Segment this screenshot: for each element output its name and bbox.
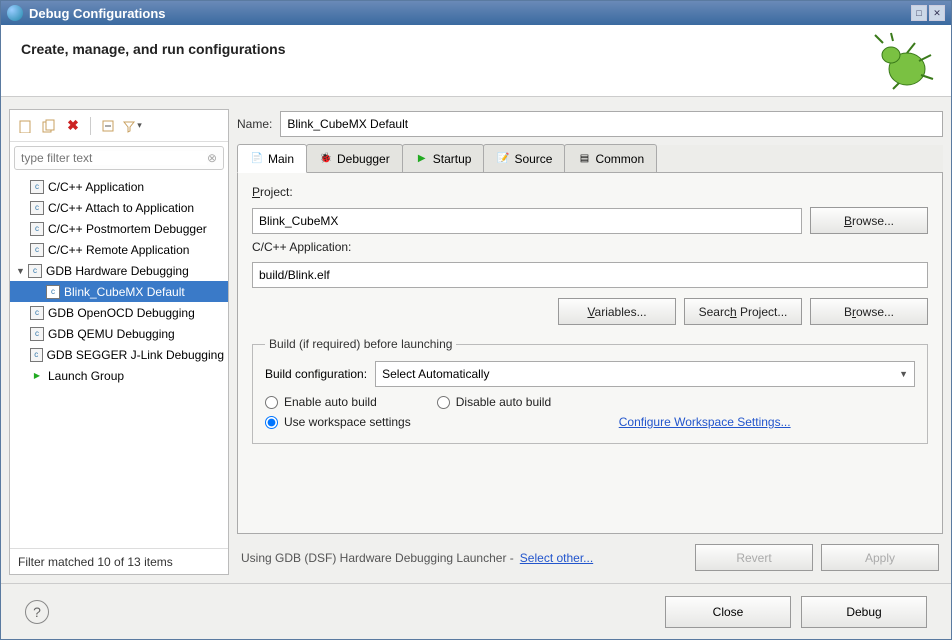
main-panel: Name: 📄Main 🐞Debugger ▶Startup 📝Source ▤… xyxy=(237,109,943,575)
launcher-text: Using GDB (DSF) Hardware Debugging Launc… xyxy=(241,551,514,565)
project-input[interactable] xyxy=(252,208,802,234)
configure-workspace-link[interactable]: Configure Workspace Settings... xyxy=(619,415,791,429)
app-input[interactable] xyxy=(252,262,928,288)
source-icon: 📝 xyxy=(496,152,510,166)
tab-main[interactable]: 📄Main xyxy=(237,144,307,173)
tree-item-c-postmortem[interactable]: cC/C++ Postmortem Debugger xyxy=(10,218,228,239)
tab-common[interactable]: ▤Common xyxy=(564,144,657,172)
tree-item-label: C/C++ Attach to Application xyxy=(48,201,194,215)
eclipse-icon xyxy=(7,5,23,21)
dialog-window: Debug Configurations □ ✕ Create, manage,… xyxy=(0,0,952,640)
page-icon: 📄 xyxy=(250,152,264,166)
tree-item-gdb-hw[interactable]: ▼cGDB Hardware Debugging xyxy=(10,260,228,281)
play-icon: ▶ xyxy=(415,152,429,166)
collapse-all-icon[interactable] xyxy=(97,115,119,137)
maximize-button[interactable]: □ xyxy=(911,5,927,21)
sidebar-toolbar: ✖ ▾ xyxy=(10,110,228,142)
filter-icon[interactable]: ▾ xyxy=(121,115,143,137)
close-window-button[interactable]: ✕ xyxy=(929,5,945,21)
select-other-link[interactable]: Select other... xyxy=(520,551,593,565)
tree-item-label: GDB OpenOCD Debugging xyxy=(48,306,195,320)
launch-icon: ▶ xyxy=(30,369,44,383)
toolbar-separator xyxy=(90,117,91,135)
window-title: Debug Configurations xyxy=(29,6,909,21)
name-label: Name: xyxy=(237,117,272,131)
revert-button[interactable]: Revert xyxy=(695,544,813,571)
tree-item-label: GDB Hardware Debugging xyxy=(46,264,189,278)
app-browse-button[interactable]: Browse... xyxy=(810,298,928,325)
common-icon: ▤ xyxy=(577,152,591,166)
tab-debugger[interactable]: 🐞Debugger xyxy=(306,144,403,172)
tab-main-body: Project: Browse... C/C++ Application: Va… xyxy=(237,173,943,534)
filter-clear-icon[interactable]: ⊗ xyxy=(207,151,217,165)
apply-button[interactable]: Apply xyxy=(821,544,939,571)
tree-item-label: Blink_CubeMX Default xyxy=(64,285,185,299)
new-config-icon[interactable] xyxy=(14,115,36,137)
tab-bar: 📄Main 🐞Debugger ▶Startup 📝Source ▤Common xyxy=(237,145,943,173)
dialog-footer: ? Close Debug xyxy=(1,583,951,639)
tab-source[interactable]: 📝Source xyxy=(483,144,565,172)
tree-item-label: C/C++ Postmortem Debugger xyxy=(48,222,207,236)
tree-item-label: GDB QEMU Debugging xyxy=(48,327,175,341)
project-browse-button[interactable]: Browse... xyxy=(810,207,928,234)
project-label: Project: xyxy=(252,185,928,199)
tree-item-label: C/C++ Application xyxy=(48,180,144,194)
filter-status: Filter matched 10 of 13 items xyxy=(10,548,228,574)
tab-startup[interactable]: ▶Startup xyxy=(402,144,485,172)
expand-arrow-icon[interactable]: ▼ xyxy=(16,266,28,276)
duplicate-config-icon[interactable] xyxy=(38,115,60,137)
radio-use-workspace[interactable]: Use workspace settings xyxy=(265,415,411,429)
tree-item-gdb-segger[interactable]: cGDB SEGGER J-Link Debugging xyxy=(10,344,228,365)
sidebar: ✖ ▾ ⊗ cC/C++ Application cC/C++ Attach t… xyxy=(9,109,229,575)
name-input[interactable] xyxy=(280,111,943,137)
close-button[interactable]: Close xyxy=(665,596,791,628)
tree-item-c-remote[interactable]: cC/C++ Remote Application xyxy=(10,239,228,260)
app-label: C/C++ Application: xyxy=(252,240,928,254)
build-group: Build (if required) before launching Bui… xyxy=(252,337,928,444)
bug-icon xyxy=(871,31,935,91)
radio-enable-auto-build[interactable]: Enable auto build xyxy=(265,395,377,409)
bug-small-icon: 🐞 xyxy=(319,152,333,166)
filter-input-box[interactable]: ⊗ xyxy=(14,146,224,170)
tree-item-blink-default[interactable]: cBlink_CubeMX Default xyxy=(10,281,228,302)
tree-item-label: GDB SEGGER J-Link Debugging xyxy=(47,348,224,362)
variables-button[interactable]: Variables... xyxy=(558,298,676,325)
subheader: Create, manage, and run configurations xyxy=(1,25,951,97)
config-tree: cC/C++ Application cC/C++ Attach to Appl… xyxy=(10,174,228,548)
build-legend: Build (if required) before launching xyxy=(265,337,456,351)
tree-item-c-attach[interactable]: cC/C++ Attach to Application xyxy=(10,197,228,218)
chevron-down-icon: ▼ xyxy=(899,369,908,379)
title-bar: Debug Configurations □ ✕ xyxy=(1,1,951,25)
radio-disable-auto-build[interactable]: Disable auto build xyxy=(437,395,551,409)
search-project-button[interactable]: Search Project... xyxy=(684,298,802,325)
tree-item-label: Launch Group xyxy=(48,369,124,383)
build-config-label: Build configuration: xyxy=(265,367,367,381)
content: ✖ ▾ ⊗ cC/C++ Application cC/C++ Attach t… xyxy=(1,97,951,583)
launcher-row: Using GDB (DSF) Hardware Debugging Launc… xyxy=(237,534,943,575)
debug-button[interactable]: Debug xyxy=(801,596,927,628)
build-config-value: Select Automatically xyxy=(382,367,489,381)
subtitle: Create, manage, and run configurations xyxy=(21,41,286,57)
tree-item-c-app[interactable]: cC/C++ Application xyxy=(10,176,228,197)
help-button[interactable]: ? xyxy=(25,600,49,624)
delete-config-icon[interactable]: ✖ xyxy=(62,115,84,137)
filter-input[interactable] xyxy=(21,151,207,165)
build-config-select[interactable]: Select Automatically ▼ xyxy=(375,361,915,387)
tree-item-launch-group[interactable]: ▶ Launch Group xyxy=(10,365,228,386)
tree-item-gdb-openocd[interactable]: cGDB OpenOCD Debugging xyxy=(10,302,228,323)
tree-item-gdb-qemu[interactable]: cGDB QEMU Debugging xyxy=(10,323,228,344)
tree-item-label: C/C++ Remote Application xyxy=(48,243,189,257)
